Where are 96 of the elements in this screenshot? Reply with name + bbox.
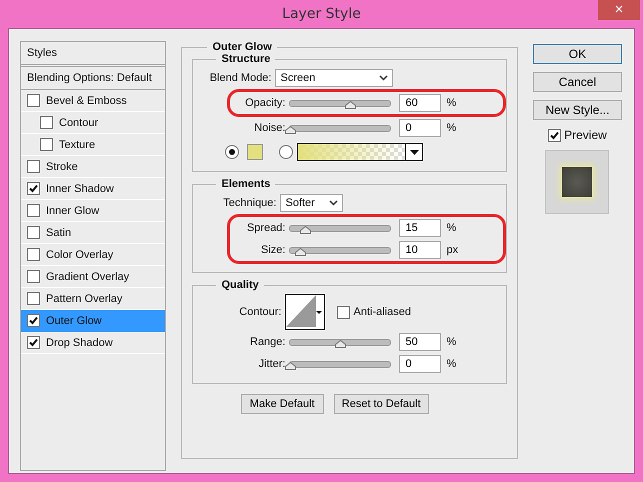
dropdown-arrow-icon xyxy=(410,150,419,154)
style-label: Outer Glow xyxy=(46,314,102,326)
style-item[interactable]: Satin xyxy=(21,222,166,244)
style-label: Gradient Overlay xyxy=(46,270,130,282)
style-item[interactable]: Contour xyxy=(21,112,166,134)
value-field[interactable]: 50 xyxy=(399,333,442,351)
group-title: Outer Glow xyxy=(211,41,273,53)
slider-track[interactable] xyxy=(289,224,392,232)
style-label: Satin xyxy=(46,226,72,238)
unit-label: % xyxy=(446,336,458,348)
value-field[interactable]: 60 xyxy=(399,94,442,112)
style-label: Bevel & Emboss xyxy=(46,94,127,106)
checkbox[interactable] xyxy=(337,306,350,318)
style-label: Color Overlay xyxy=(46,248,114,260)
field-label: Contour: xyxy=(238,306,282,318)
style-label: Inner Glow xyxy=(46,204,100,216)
slider-thumb[interactable] xyxy=(335,338,346,346)
radio-button[interactable] xyxy=(225,145,240,159)
style-item[interactable]: Inner Shadow xyxy=(21,178,166,200)
style-item[interactable]: Gradient Overlay xyxy=(21,266,166,288)
slider-label: Jitter: xyxy=(258,358,286,370)
group-title: Structure xyxy=(220,53,272,65)
style-label: Inner Shadow xyxy=(46,182,114,194)
unit-label: % xyxy=(446,122,458,134)
slider-track[interactable] xyxy=(289,338,392,346)
value-field[interactable]: 0 xyxy=(399,119,442,137)
checkbox[interactable] xyxy=(27,182,40,195)
checkbox[interactable] xyxy=(27,160,40,173)
radio-button[interactable] xyxy=(279,145,294,159)
style-label: Stroke xyxy=(46,160,78,172)
field-label: Technique: xyxy=(222,197,278,209)
blending-options[interactable]: Blending Options: Default xyxy=(27,72,152,84)
gradient-picker[interactable] xyxy=(297,143,424,161)
style-item[interactable]: Drop Shadow xyxy=(21,332,166,354)
value-field[interactable]: 0 xyxy=(399,355,442,373)
close-button[interactable]: × xyxy=(598,0,640,20)
checkbox[interactable] xyxy=(27,292,40,305)
unit-label: % xyxy=(446,358,458,370)
dialog-button[interactable]: OK xyxy=(532,44,622,64)
slider-thumb[interactable] xyxy=(285,124,296,132)
slider-label: Range: xyxy=(249,336,286,348)
blend-mode-dropdown[interactable]: Screen xyxy=(275,69,394,87)
style-label: Drop Shadow xyxy=(46,336,113,348)
slider-thumb[interactable] xyxy=(345,100,356,108)
contour-curve-icon xyxy=(286,295,316,327)
slider-label: Opacity: xyxy=(244,97,286,109)
checkbox[interactable] xyxy=(27,204,40,217)
preview-thumbnail xyxy=(545,150,610,214)
checkbox[interactable] xyxy=(27,94,40,107)
style-item[interactable]: Texture xyxy=(21,134,166,156)
group-title: Quality xyxy=(220,279,260,291)
contour-picker[interactable] xyxy=(285,294,326,330)
checkbox[interactable] xyxy=(40,138,53,151)
checkbox[interactable] xyxy=(27,226,40,239)
dialog-button[interactable]: Cancel xyxy=(532,72,622,92)
chevron-icon xyxy=(379,75,388,81)
style-item[interactable]: Stroke xyxy=(21,156,166,178)
slider-thumb[interactable] xyxy=(295,246,306,254)
slider-label: Noise: xyxy=(253,122,286,134)
slider-track[interactable] xyxy=(289,100,392,106)
checkbox[interactable] xyxy=(27,248,40,261)
technique-dropdown[interactable]: Softer xyxy=(280,194,344,212)
slider-label: Size: xyxy=(260,244,286,256)
dropdown-arrow-icon xyxy=(316,310,322,314)
group-title: Elements xyxy=(220,178,272,190)
checkbox[interactable] xyxy=(548,128,562,142)
unit-label: px xyxy=(446,244,460,256)
style-item[interactable]: Bevel & Emboss xyxy=(21,90,166,112)
slider-label: Spread: xyxy=(246,222,286,234)
list-header: Styles xyxy=(27,47,57,59)
chevron-icon xyxy=(329,200,338,206)
checkbox-label: Preview xyxy=(564,128,607,142)
style-item[interactable]: Color Overlay xyxy=(21,244,166,266)
slider-thumb[interactable] xyxy=(300,224,312,232)
unit-label: % xyxy=(446,97,458,109)
dialog-button[interactable]: New Style... xyxy=(532,100,622,120)
style-label: Contour xyxy=(59,116,98,128)
checkbox[interactable] xyxy=(27,314,40,327)
color-swatch[interactable] xyxy=(247,144,264,160)
unit-label: % xyxy=(446,222,458,234)
slider-track[interactable] xyxy=(289,246,392,254)
checkbox[interactable] xyxy=(27,270,40,283)
default-button[interactable]: Reset to Default xyxy=(334,394,429,414)
style-item[interactable]: Outer Glow xyxy=(21,310,166,332)
checkbox[interactable] xyxy=(27,336,40,349)
checkbox[interactable] xyxy=(40,116,53,129)
checkbox-label: Anti-aliased xyxy=(353,306,411,318)
default-button[interactable]: Make Default xyxy=(240,394,324,414)
style-item[interactable]: Inner Glow xyxy=(21,200,166,222)
slider-thumb[interactable] xyxy=(285,360,296,368)
style-label: Texture xyxy=(59,138,96,150)
field-label: Blend Mode: xyxy=(208,72,272,84)
value-field[interactable]: 15 xyxy=(399,219,442,237)
window-title: Layer Style xyxy=(282,6,361,22)
style-label: Pattern Overlay xyxy=(46,292,122,304)
value-field[interactable]: 10 xyxy=(399,241,442,259)
